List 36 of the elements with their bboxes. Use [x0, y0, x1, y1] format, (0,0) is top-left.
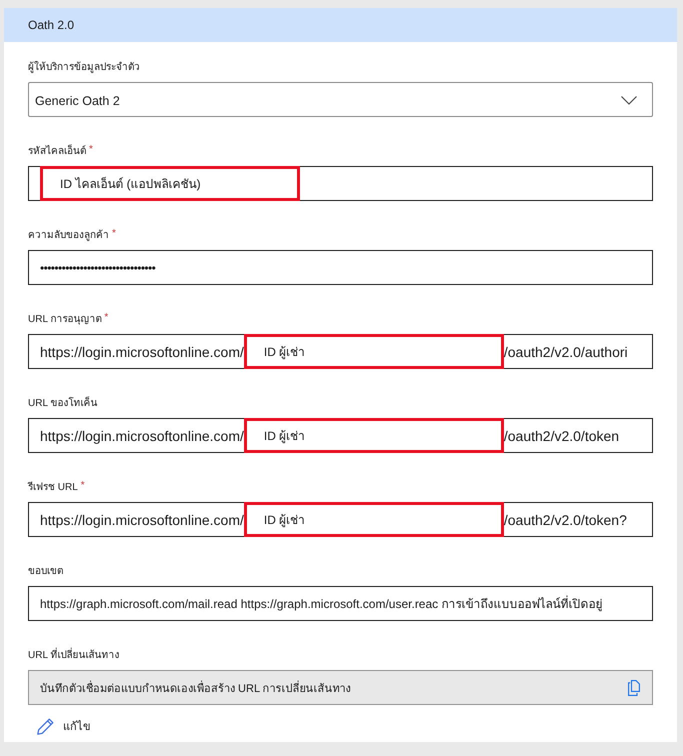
field-text: https://login.microsoftonline.com/: [40, 428, 244, 444]
field-label: ความลับของลูกค้า: [28, 228, 109, 243]
highlighted-text: ID ผู้เช่า: [244, 334, 504, 369]
highlighted-text: ID ผู้เช่า: [244, 502, 504, 537]
edit-button[interactable]: แก้ไข: [28, 717, 91, 735]
input-field[interactable]: https://login.microsoftonline.com/ ID ผู้เช่า /oauth2/v2.0/token?: [28, 502, 653, 537]
field-label: URL ของโทเค็น: [28, 396, 98, 411]
field-label: URL การอนุญาต: [28, 313, 102, 327]
section-title: Oath 2.0: [28, 18, 74, 32]
chevron-down-icon: [621, 96, 637, 105]
field-label: รหัสไคลเอ็นต์: [28, 144, 86, 159]
field-label: รีเฟรช URL: [28, 480, 78, 495]
required-mark: *: [112, 228, 116, 240]
input-field[interactable]: https://login.microsoftonline.com/ ID ผู้เช่า /oauth2/v2.0/token: [28, 418, 653, 453]
field-text: /oauth2/v2.0/token?: [504, 512, 627, 528]
field-label: URL ที่เปลี่ยนเส้นทาง: [28, 648, 120, 664]
password-field[interactable]: ••••••••••••••••••••••••••••••••: [28, 250, 653, 285]
required-mark: *: [89, 144, 93, 156]
field-text: https://graph.microsoft.com/mail.read https://graph.microsoft.com/user.reac การเข้าถึงแบบออฟไลน์ที่เปิดอยู่: [40, 594, 602, 613]
required-mark: *: [104, 312, 108, 324]
readonly-text: บันทึกตัวเชื่อมต่อแบบกำหนดเองเพื่อสร้าง URL การเปลี่ยนเส้นทาง: [40, 680, 351, 696]
required-mark: *: [80, 480, 85, 492]
field-text: https://login.microsoftonline.com/: [40, 344, 244, 360]
highlighted-text: ID ผู้เช่า: [244, 418, 504, 453]
pencil-icon: [37, 718, 54, 734]
field-text: https://login.microsoftonline.com/: [40, 512, 244, 528]
field-text: /oauth2/v2.0/authori: [504, 344, 628, 360]
copy-icon[interactable]: [628, 680, 640, 696]
input-field[interactable]: https://graph.microsoft.com/mail.read https://graph.microsoft.com/user.reac การเข้าถึงแบบออฟไลน์ที่เปิดอยู่: [28, 586, 653, 621]
input-field[interactable]: ID ไคลเอ็นต์ (แอปพลิเคชัน): [28, 166, 653, 201]
dropdown[interactable]: Generic Oath 2: [28, 82, 653, 117]
highlighted-text: ID ไคลเอ็นต์ (แอปพลิเคชัน): [40, 166, 300, 201]
input-field[interactable]: https://login.microsoftonline.com/ ID ผู้เช่า /oauth2/v2.0/authori: [28, 334, 653, 369]
field-label: ผู้ให้บริการข้อมูลประจำตัว: [28, 60, 140, 75]
field-text: /oauth2/v2.0/token: [504, 428, 620, 444]
field-label: ขอบเขต: [28, 565, 63, 579]
